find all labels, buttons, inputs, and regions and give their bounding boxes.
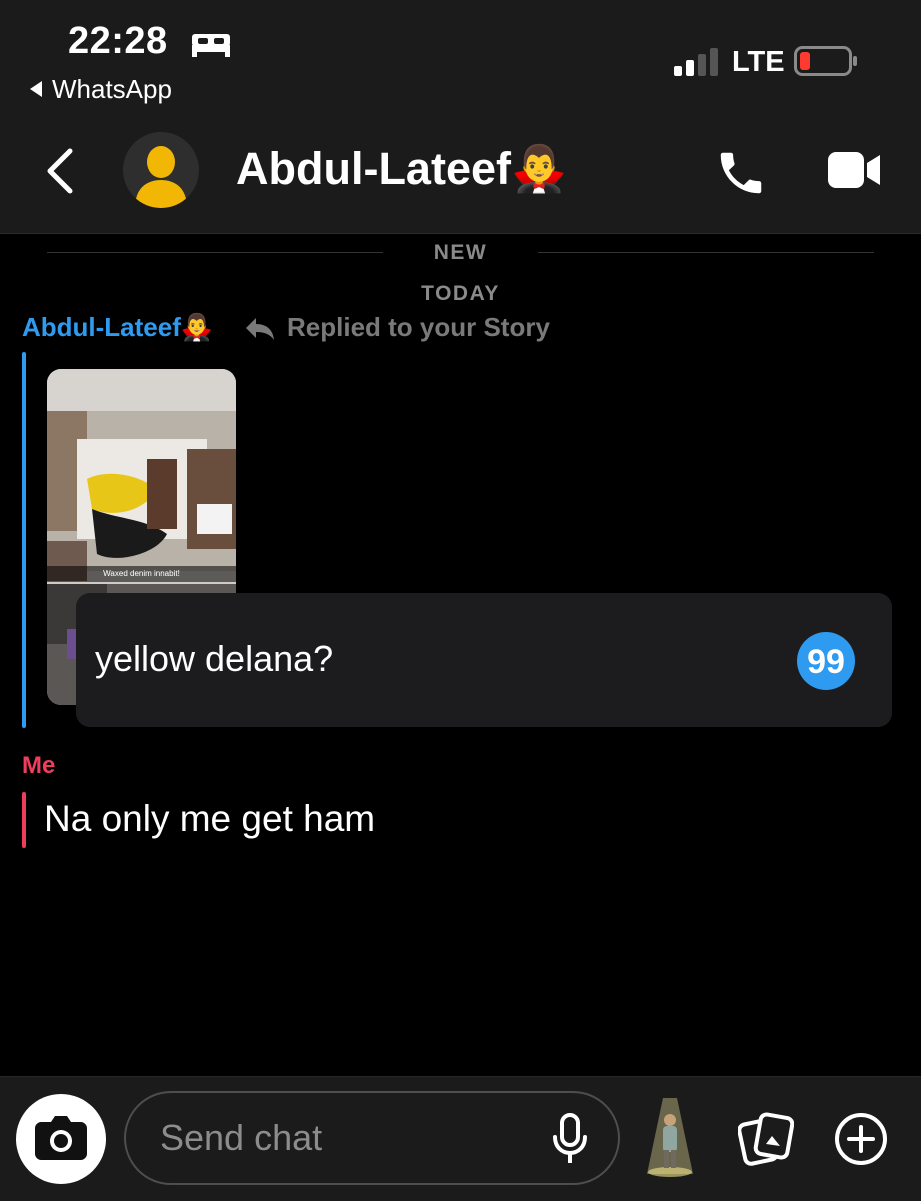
sender-name: Abdul-Lateef🧛‍♂️ [22, 312, 214, 342]
date-label: TODAY [421, 282, 500, 305]
camera-icon [35, 1116, 87, 1160]
memories-icon[interactable] [738, 1112, 794, 1166]
replied-to-story-label: Replied to your Story [287, 312, 550, 342]
status-time: 22:28 [68, 20, 168, 62]
back-to-app-link[interactable]: WhatsApp [30, 74, 172, 105]
my-message-text: Na only me get ham [44, 798, 376, 839]
sleep-bed-icon [192, 34, 230, 57]
sender-accent-bar [22, 352, 26, 728]
bitmoji-icon[interactable] [645, 1098, 695, 1178]
me-label: Me [22, 752, 56, 779]
network-type: LTE [732, 46, 785, 78]
back-triangle-icon [30, 81, 42, 98]
contact-name[interactable]: Abdul-Lateef🧛‍♂️ [236, 142, 567, 195]
send-chat-input[interactable] [124, 1091, 620, 1185]
default-avatar-icon [135, 146, 187, 208]
svg-text:99: 99 [807, 643, 845, 681]
reply-message-text: yellow delana? [95, 638, 334, 679]
quote-icon[interactable]: 99 [796, 631, 856, 691]
plus-icon[interactable] [834, 1112, 888, 1166]
new-messages-label: NEW [433, 241, 488, 264]
video-call-icon[interactable] [828, 150, 882, 190]
chat-header: Abdul-Lateef🧛‍♂️ [0, 110, 921, 234]
battery-low-icon [794, 46, 857, 76]
phone-call-icon[interactable] [714, 146, 768, 200]
microphone-icon[interactable] [551, 1113, 589, 1167]
back-chevron-icon[interactable] [44, 147, 74, 195]
story-caption: Waxed denim innabit! [47, 566, 236, 582]
me-accent-bar [22, 792, 26, 848]
contact-avatar[interactable] [123, 132, 199, 208]
reply-arrow-icon [246, 318, 274, 340]
cellular-signal-icon [674, 48, 718, 76]
back-app-label: WhatsApp [52, 74, 172, 104]
